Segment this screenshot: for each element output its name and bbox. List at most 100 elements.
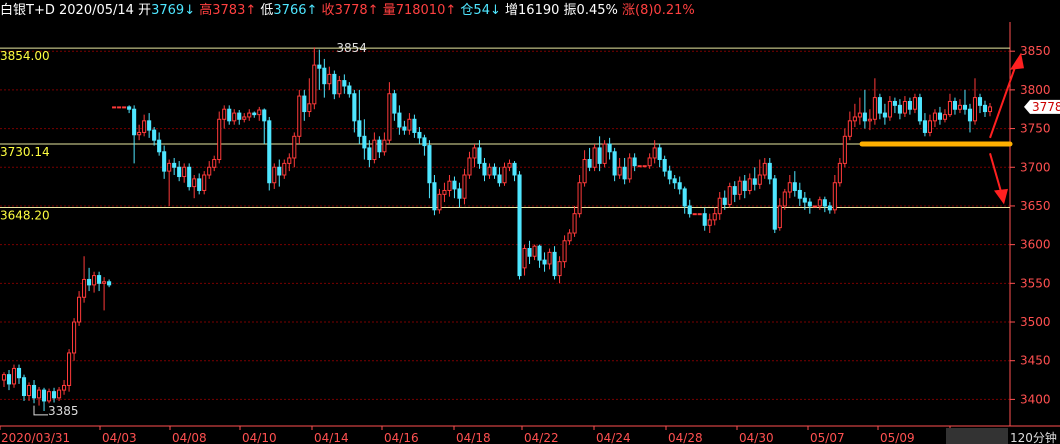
candlestick-chart[interactable]: 3400 3450 3500 3550 3600 3650 3700 3750 3800 3850… bbox=[0, 0, 1060, 444]
candle bbox=[837, 157, 842, 187]
candle-body bbox=[452, 180, 457, 190]
candle-body bbox=[532, 245, 537, 257]
candle bbox=[767, 157, 772, 185]
candle bbox=[732, 181, 737, 203]
candle-body bbox=[51, 391, 57, 399]
candle-body bbox=[87, 278, 92, 286]
candle-body bbox=[287, 157, 292, 164]
candle-body bbox=[36, 389, 42, 399]
candle bbox=[907, 97, 912, 115]
candle-body bbox=[122, 106, 127, 109]
candle bbox=[502, 162, 507, 186]
candle-body bbox=[247, 112, 252, 118]
candle bbox=[492, 163, 497, 179]
candle-body bbox=[367, 147, 372, 161]
candle bbox=[117, 106, 122, 109]
candle bbox=[762, 157, 767, 179]
candle-body bbox=[977, 97, 983, 106]
candle-body bbox=[417, 131, 422, 139]
candle bbox=[467, 151, 472, 179]
candle bbox=[77, 291, 82, 326]
candle-body bbox=[832, 182, 837, 211]
candle bbox=[982, 100, 988, 117]
candle bbox=[177, 161, 182, 182]
candle-body bbox=[31, 384, 37, 399]
candle-body bbox=[212, 159, 217, 168]
candle-body bbox=[467, 157, 472, 176]
candle bbox=[632, 153, 637, 172]
x-tick-label: 05/09 bbox=[880, 431, 915, 444]
candle-body bbox=[137, 131, 142, 136]
candle bbox=[572, 205, 577, 237]
candle bbox=[797, 182, 802, 206]
candle-body bbox=[782, 191, 787, 207]
candle bbox=[232, 109, 237, 125]
candle bbox=[567, 229, 572, 245]
candle bbox=[672, 174, 677, 189]
candle bbox=[237, 109, 242, 125]
candle bbox=[537, 244, 542, 268]
candle bbox=[257, 106, 262, 121]
candle bbox=[457, 182, 462, 208]
candle bbox=[267, 116, 272, 191]
candle-body bbox=[222, 108, 227, 120]
candle bbox=[242, 113, 247, 123]
candle bbox=[1, 372, 7, 388]
candle-body bbox=[752, 178, 757, 185]
candle-body bbox=[507, 162, 512, 168]
candle-body bbox=[192, 178, 197, 188]
candle bbox=[742, 174, 747, 199]
candle-body bbox=[957, 104, 963, 110]
candle-body bbox=[177, 166, 182, 178]
candle-body bbox=[982, 104, 988, 113]
candle-body bbox=[902, 100, 907, 114]
candle bbox=[517, 171, 522, 280]
candle bbox=[392, 89, 397, 121]
candle bbox=[247, 109, 252, 121]
candle-body bbox=[742, 180, 747, 191]
candle-body bbox=[847, 120, 852, 137]
candle bbox=[587, 147, 592, 172]
candle-body bbox=[917, 97, 922, 122]
candle-body bbox=[807, 201, 812, 207]
candle-body bbox=[937, 112, 943, 120]
candle-body bbox=[342, 80, 347, 87]
reference-line-label: 3648.20 bbox=[0, 208, 50, 222]
candle bbox=[372, 132, 377, 164]
candle bbox=[407, 113, 412, 135]
candle-body bbox=[912, 97, 917, 110]
x-tick-label: 04/18 bbox=[456, 431, 491, 444]
candle bbox=[752, 167, 757, 191]
candle-body bbox=[162, 151, 167, 172]
candle-body bbox=[702, 213, 707, 226]
candle bbox=[987, 103, 993, 117]
candle-body bbox=[967, 108, 973, 122]
candle bbox=[872, 78, 877, 125]
candle bbox=[217, 111, 222, 164]
candle bbox=[962, 89, 968, 115]
candle bbox=[212, 155, 217, 172]
candle bbox=[902, 96, 907, 117]
candle-body bbox=[382, 139, 387, 153]
candle bbox=[617, 157, 622, 179]
candle-body bbox=[877, 97, 882, 114]
x-tick-label: 04/03 bbox=[102, 431, 137, 444]
candle bbox=[277, 159, 282, 187]
candle-body bbox=[602, 143, 607, 164]
candle-body bbox=[622, 166, 627, 180]
candle bbox=[307, 78, 312, 117]
y-tick-label: 3750 bbox=[1020, 122, 1051, 136]
candle-body bbox=[457, 188, 462, 199]
candle bbox=[11, 364, 17, 388]
candle-body bbox=[962, 104, 968, 110]
candle bbox=[102, 277, 107, 311]
candle bbox=[452, 176, 457, 199]
candle-body bbox=[207, 166, 212, 176]
candle bbox=[782, 188, 787, 210]
candle bbox=[957, 99, 963, 114]
candle bbox=[712, 207, 717, 226]
candle bbox=[882, 103, 887, 125]
candle bbox=[507, 159, 512, 172]
candle bbox=[857, 97, 862, 125]
y-tick-label: 3450 bbox=[1020, 354, 1051, 368]
